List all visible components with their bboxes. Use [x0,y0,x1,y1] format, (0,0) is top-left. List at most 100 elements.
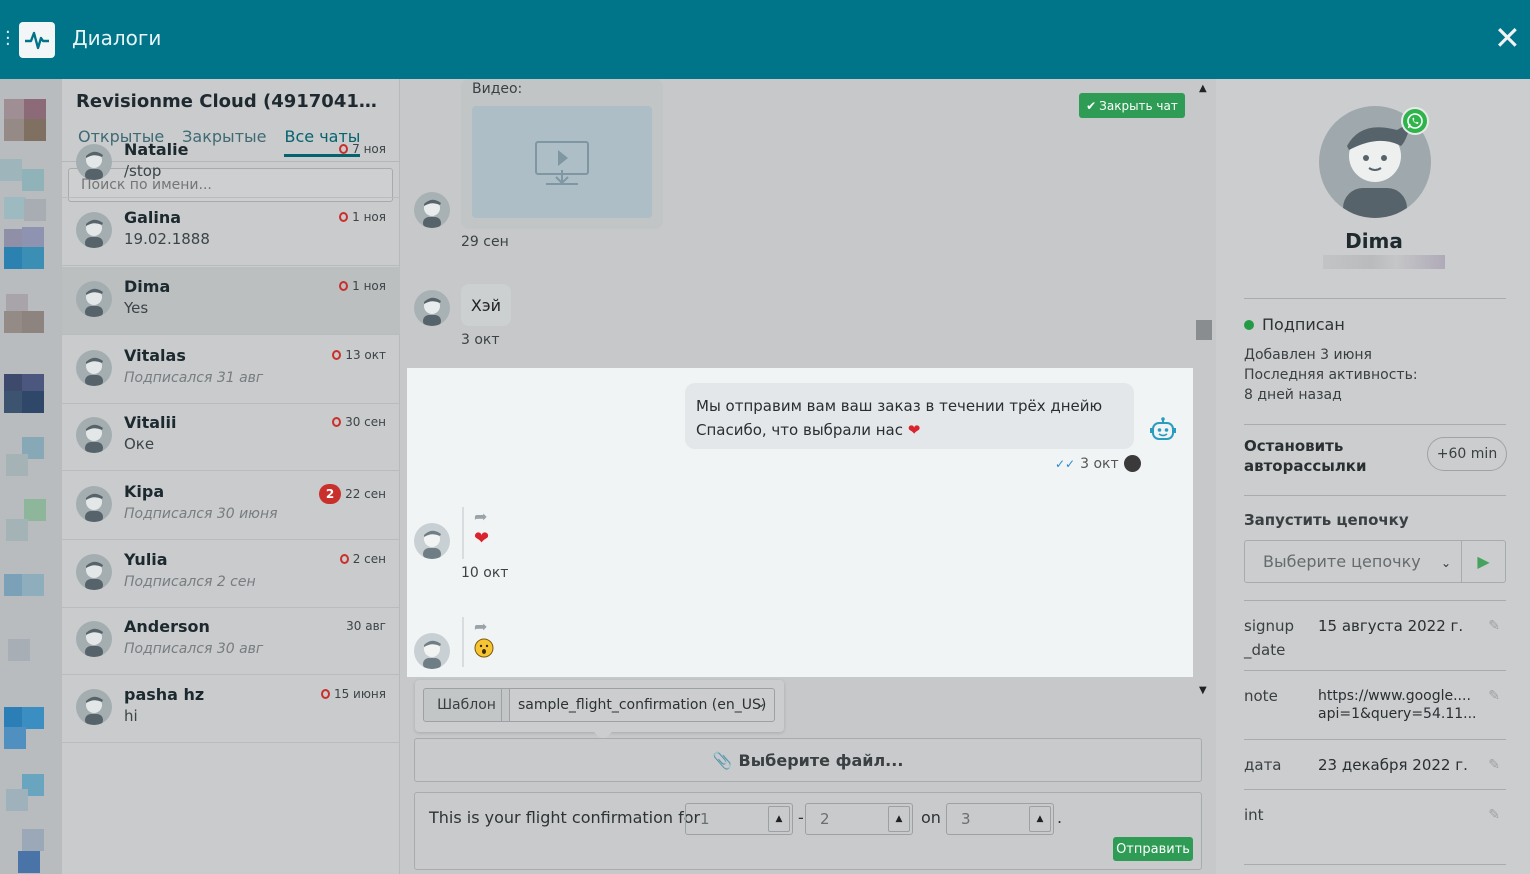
chat-date: 1 ноя [339,279,386,293]
avatar [76,417,112,453]
param-1-input[interactable]: 1 ▲ [685,803,793,835]
scroll-up-icon[interactable]: ▲ [1199,83,1207,94]
avatar [414,633,450,669]
menu-dots-icon[interactable]: · · · [5,24,11,54]
avatar [76,486,112,522]
pencil-icon[interactable]: ✎ [1488,618,1500,634]
chat-list-item[interactable]: Vitalii Оке 30 сен [62,403,400,471]
incoming-message-bubble: Хэй [461,284,511,326]
divider [1244,739,1506,740]
chat-date-text: 22 сен [345,487,386,501]
chat-list-panel: Revisionme Cloud (4917041510... Открытые… [62,79,400,874]
blur-block [8,639,30,661]
chat-date: 2 сен [339,552,386,566]
pencil-icon[interactable]: ✎ [1488,807,1500,823]
chat-date-text: 2 сен [352,552,386,566]
bot-icon [1150,417,1176,441]
conversation-scrollbar[interactable]: ▲ ▼ [1196,79,1212,699]
chat-preview: Yes [124,299,149,317]
subscription-status: Подписан [1244,315,1345,334]
param-2-input[interactable]: 2 ▲ [805,803,913,835]
chevron-down-icon[interactable]: ⌄ [756,696,766,710]
account-name: Revisionme Cloud (4917041510... [76,91,386,112]
unread-ring-icon [339,144,349,154]
close-icon[interactable]: ✕ [1494,20,1521,56]
run-chain-label: Запустить цепочку [1244,511,1409,529]
chat-name: Dima [124,277,171,296]
send-button[interactable]: Отправить [1113,837,1193,861]
field-value: https://www.google.... api=1&query=54.11… [1318,688,1477,722]
pencil-icon[interactable]: ✎ [1488,688,1500,704]
chat-list-item[interactable]: pasha hz hi 15 июня [62,675,400,743]
message-date: 10 окт [461,565,509,581]
chevron-down-icon[interactable]: ⌄ [1441,556,1451,570]
unread-ring-icon [332,350,342,360]
avatar [76,212,112,248]
pencil-icon[interactable]: ✎ [1488,757,1500,773]
chat-date: 30 сен [332,415,386,429]
chat-date: 7 ноя [339,142,386,156]
field-value: 23 декабря 2022 г. [1318,756,1468,774]
added-date: Добавлен 3 июня [1244,347,1372,363]
chat-list-item[interactable]: Yulia Подписался 2 сен 2 сен [62,540,400,608]
outgoing-message-meta: ✓✓ 3 окт [1055,455,1141,472]
blur-block [4,99,26,121]
stepper-up-icon[interactable]: ▲ [1029,806,1051,832]
chat-preview: 19.02.1888 [124,230,210,248]
message-date: 29 сен [461,234,509,250]
blur-block [6,454,28,476]
chat-date-text: 30 сен [345,415,386,429]
chain-placeholder: Выберите цепочку [1263,552,1421,571]
close-chat-button[interactable]: ✔ Закрыть чат [1079,93,1185,118]
divider [1244,864,1506,865]
message-date: 3 окт [461,332,500,348]
template-select[interactable]: sample_flight_confirmation (en_US) [501,688,775,722]
forward-icon[interactable]: ➦ [474,617,494,636]
unread-ring-icon [320,689,330,699]
template-selector: Шаблон sample_flight_confirmation (en_US… [415,680,784,741]
plus-60-min-button[interactable]: +60 min [1427,437,1507,471]
chat-date-text: 13 окт [345,348,386,362]
profile-name: Dima [1345,229,1403,253]
video-download-icon[interactable] [472,106,652,218]
avatar [414,290,450,326]
chat-list-item[interactable]: Anderson Подписался 30 авг 30 авг [62,607,400,675]
template-text: This is your flight confirmation for [429,808,701,827]
chat-date: 15 июня [320,687,386,701]
stepper-up-icon[interactable]: ▲ [888,806,910,832]
divider [1244,424,1506,425]
close-chat-label: Закрыть чат [1099,98,1178,113]
choose-file-button[interactable]: 📎 Выберите файл... [414,738,1202,782]
chat-list-item[interactable]: Vitalas Подписался 31 авг 13 окт [62,336,400,404]
chain-select[interactable]: Выберите цепочку ⌄ [1244,540,1462,583]
blur-block [22,574,44,596]
chat-date-text: 1 ноя [352,279,386,293]
divider [1244,600,1506,601]
chat-list-item[interactable]: Galina 19.02.1888 1 ноя [62,198,400,266]
last-activity-value: 8 дней назад [1244,387,1342,403]
play-icon: ▶ [1477,552,1490,571]
last-activity-label: Последняя активность: [1244,367,1418,383]
choose-file-label: Выберите файл... [738,750,904,770]
forward-icon[interactable]: ➦ [474,507,489,526]
divider [1244,789,1506,790]
chat-date-text: 15 июня [333,687,386,701]
chat-preview: /stop [124,162,162,180]
template-value: sample_flight_confirmation (en_US) [518,697,767,713]
chat-list-item[interactable]: Dima Yes 1 ноя [62,267,400,335]
outgoing-line-1: Мы отправим вам ваш заказ в течении трёх… [696,397,1103,415]
scroll-thumb[interactable] [1196,320,1212,340]
run-chain-play-button[interactable]: ▶ [1461,540,1506,583]
param-3-input[interactable]: 3 ▲ [946,803,1054,835]
chat-list-item[interactable]: Kipa Подписался 30 июня 2 22 сен [62,472,400,540]
field-value: 15 августа 2022 г. [1318,617,1464,635]
chat-list-item[interactable]: Natalie/stop 7 ноя [62,130,400,198]
field-key: note [1244,687,1278,705]
chat-date: 2 22 сен [319,484,386,504]
scroll-down-icon[interactable]: ▼ [1199,685,1207,696]
template-compose-box: This is your flight confirmation for 1 ▲… [414,792,1202,870]
chat-date-text: 7 ноя [352,142,386,156]
page-title: Диалоги [72,26,162,50]
divider [1244,670,1506,671]
stepper-up-icon[interactable]: ▲ [768,806,790,832]
